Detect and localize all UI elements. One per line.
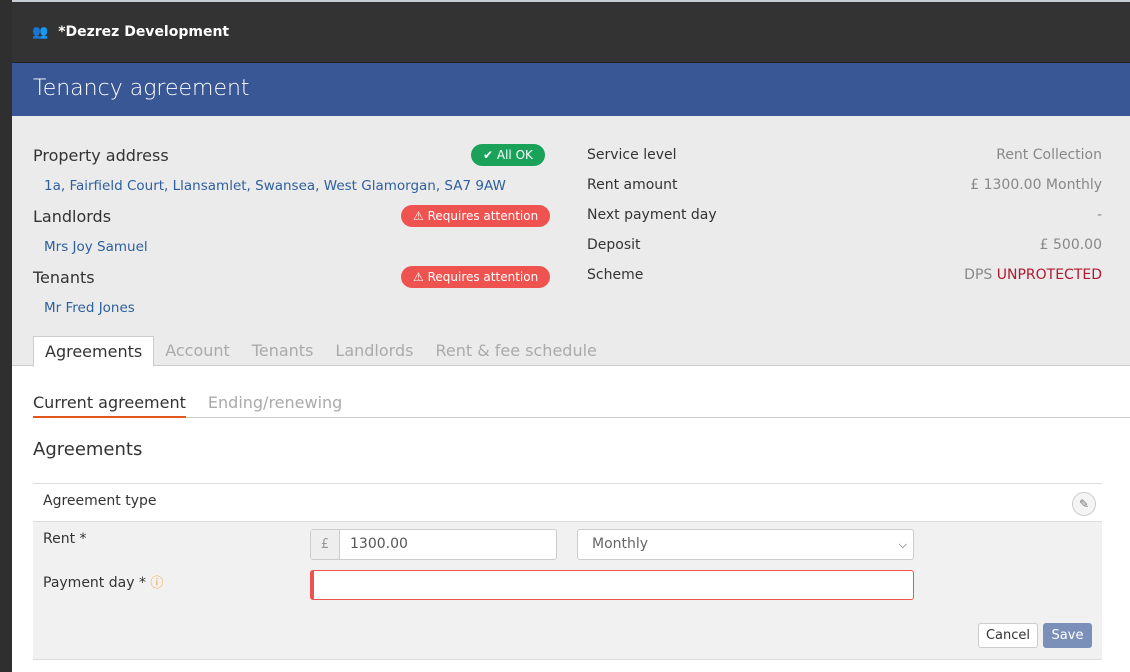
- check-icon: ✔: [483, 148, 497, 162]
- subtab-ending-renewing[interactable]: Ending/renewing: [208, 390, 342, 417]
- rent-value[interactable]: 1300.00: [340, 530, 408, 559]
- tab-agreements[interactable]: Agreements: [33, 336, 155, 367]
- rent-amount-label: Rent amount: [587, 177, 678, 193]
- cancel-button[interactable]: Cancel: [978, 623, 1038, 648]
- service-level-label: Service level: [587, 147, 677, 163]
- save-button[interactable]: Save: [1043, 623, 1092, 648]
- status-badge-landlords: ⚠ Requires attention: [401, 205, 551, 227]
- chevron-down-icon: ⌵: [898, 538, 907, 551]
- property-address-link[interactable]: 1a, Fairfield Court, Llansamlet, Swansea…: [44, 178, 506, 194]
- payment-day-input[interactable]: [310, 570, 914, 600]
- tenants-label: Tenants: [33, 268, 95, 287]
- top-bar: 👥 *Dezrez Development: [12, 0, 1130, 62]
- property-address-label: Property address: [33, 146, 169, 165]
- service-level-value: Rent Collection: [996, 147, 1102, 163]
- subtab-current-agreement[interactable]: Current agreement: [33, 390, 186, 418]
- main-tabs: Agreements Account Tenants Landlords Ren…: [33, 336, 608, 367]
- tab-rent-fee-schedule[interactable]: Rent & fee schedule: [424, 336, 607, 366]
- rent-label: Rent *: [43, 531, 87, 547]
- agreement-type-row: Agreement type ✎: [33, 483, 1102, 522]
- left-strip: [0, 0, 12, 672]
- rent-amount-value: £ 1300.00 Monthly: [970, 177, 1102, 193]
- landlord-link[interactable]: Mrs Joy Samuel: [44, 239, 148, 255]
- sub-tabs: Current agreement Ending/renewing: [33, 390, 1130, 418]
- pencil-icon[interactable]: ✎: [1072, 492, 1096, 516]
- summary-panel: Property address ✔ All OK 1a, Fairfield …: [12, 116, 1130, 367]
- scheme-label: Scheme: [587, 267, 644, 283]
- next-payment-label: Next payment day: [587, 207, 717, 223]
- deposit-value: £ 500.00: [1039, 237, 1102, 253]
- next-payment-value: -: [1096, 207, 1102, 223]
- rent-input[interactable]: £ 1300.00: [310, 529, 557, 560]
- info-icon[interactable]: ⓘ: [150, 576, 163, 591]
- deposit-label: Deposit: [587, 237, 641, 253]
- section-title: Agreements: [33, 439, 143, 460]
- page-title: Tenancy agreement: [12, 62, 1130, 116]
- status-badge-property: ✔ All OK: [471, 144, 545, 166]
- scheme-status: UNPROTECTED: [996, 267, 1102, 283]
- tab-tenants[interactable]: Tenants: [241, 336, 325, 366]
- rent-form: Rent * £ 1300.00 Monthly ⌵ Payment day * …: [33, 522, 1102, 660]
- tenant-link[interactable]: Mr Fred Jones: [44, 300, 135, 316]
- frequency-select[interactable]: Monthly ⌵: [577, 529, 914, 560]
- tab-landlords[interactable]: Landlords: [324, 336, 424, 366]
- status-badge-tenants: ⚠ Requires attention: [401, 266, 551, 288]
- warning-icon: ⚠: [413, 270, 428, 284]
- payment-day-label: Payment day * ⓘ: [43, 575, 164, 591]
- landlords-label: Landlords: [33, 207, 112, 226]
- org-name[interactable]: *Dezrez Development: [58, 24, 229, 40]
- users-icon: 👥: [32, 24, 49, 40]
- warning-icon: ⚠: [413, 209, 428, 223]
- currency-symbol: £: [311, 530, 340, 559]
- scheme-value: DPS UNPROTECTED: [964, 267, 1102, 283]
- tab-account[interactable]: Account: [154, 336, 241, 366]
- agreement-type-label: Agreement type: [43, 493, 157, 509]
